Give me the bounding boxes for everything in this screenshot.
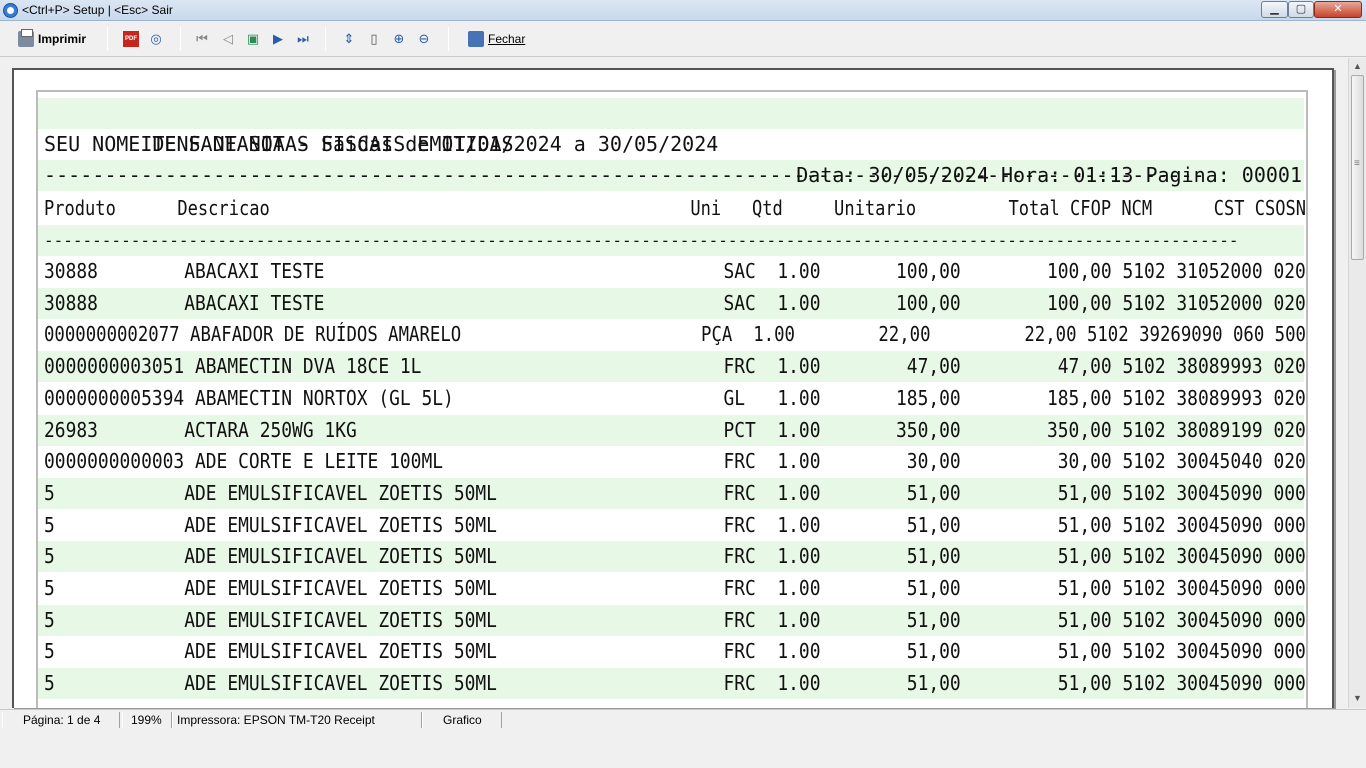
scroll-down-icon[interactable]: ▼ bbox=[1349, 690, 1366, 707]
toolbar-separator bbox=[107, 27, 108, 51]
zoom-in-icon[interactable]: ⊕ bbox=[390, 30, 408, 48]
status-zoom: 199% bbox=[122, 712, 172, 728]
toolbar-separator bbox=[180, 27, 181, 51]
report-subtitle: SEU NOME DE FANTASIA - Saidas de 01/01/2… bbox=[44, 132, 719, 156]
header-separator: ----------------------------------------… bbox=[44, 163, 1205, 187]
first-page-icon[interactable]: ⏮ bbox=[193, 30, 211, 48]
report-row: 26983 ACTARA 250WG 1KG PCT 1.00 350,00 3… bbox=[44, 417, 1306, 442]
report-title-line: ITENS DE NOTAS FISCAIS EMITIDAS Data: 30… bbox=[44, 98, 1306, 187]
whole-page-icon[interactable]: ▯ bbox=[365, 30, 383, 48]
vertical-scrollbar[interactable]: ▲ ▼ bbox=[1348, 58, 1366, 708]
close-button[interactable]: Fechar bbox=[468, 28, 525, 50]
report-row: 5 ADE EMULSIFICAVEL ZOETIS 50ML FRC 1.00… bbox=[44, 639, 1306, 664]
printer-icon bbox=[18, 29, 34, 47]
report-row: 5 ADE EMULSIFICAVEL ZOETIS 50ML FRC 1.00… bbox=[44, 607, 1306, 632]
scroll-up-icon[interactable]: ▲ bbox=[1349, 58, 1366, 75]
print-label: Imprimir bbox=[38, 32, 87, 46]
next-page-icon[interactable]: ▶ bbox=[269, 30, 287, 48]
status-page: Página: 1 de 4 bbox=[2, 712, 120, 728]
report-page: ITENS DE NOTAS FISCAIS EMITIDAS Data: 30… bbox=[12, 68, 1334, 708]
preview-area[interactable]: ITENS DE NOTAS FISCAIS EMITIDAS Data: 30… bbox=[0, 58, 1366, 708]
page-width-icon[interactable]: ⇕ bbox=[340, 30, 358, 48]
status-printer: Impressora: EPSON TM-T20 Receipt bbox=[172, 712, 422, 728]
app-icon bbox=[3, 3, 18, 18]
report-row: 0000000003051 ABAMECTIN DVA 18CE 1L FRC … bbox=[44, 354, 1306, 379]
pdf-icon: PDF bbox=[123, 31, 139, 47]
close-window-button[interactable]: ✕ bbox=[1314, 1, 1362, 18]
close-label: Fechar bbox=[488, 32, 526, 46]
window-title: <Ctrl+P> Setup | <Esc> Sair bbox=[22, 3, 173, 17]
report-row: 30888 ABACAXI TESTE SAC 1.00 100,00 100,… bbox=[44, 259, 1306, 283]
status-bar: Página: 1 de 4 199% Impressora: EPSON TM… bbox=[0, 709, 1366, 729]
scroll-thumb[interactable] bbox=[1351, 75, 1364, 260]
report-row: 0000000002077 ABAFADOR DE RUÍDOS AMARELO… bbox=[44, 322, 1306, 347]
print-button[interactable]: Imprimir bbox=[18, 28, 86, 50]
last-page-icon[interactable]: ⏭ bbox=[294, 30, 312, 48]
report-row: 5 ADE EMULSIFICAVEL ZOETIS 50ML FRC 1.00… bbox=[44, 480, 1306, 505]
status-mode: Grafico bbox=[422, 712, 502, 728]
maximize-button[interactable]: ▢ bbox=[1288, 1, 1314, 18]
report-row: 5 ADE EMULSIFICAVEL ZOETIS 50ML FRC 1.00… bbox=[44, 576, 1306, 600]
report-row: 0000000000003 ADE CORTE E LEITE 100ML FR… bbox=[44, 449, 1306, 474]
minimize-button[interactable]: ▁ bbox=[1261, 1, 1288, 18]
title-bar: <Ctrl+P> Setup | <Esc> Sair ▁ ▢ ✕ bbox=[0, 0, 1366, 21]
column-separator: ----------------------------------------… bbox=[44, 231, 1239, 250]
export-pdf-button[interactable]: PDF bbox=[123, 28, 143, 50]
toolbar: Imprimir PDF ◎ ⏮ ◁ ▣ ▶ ⏭ ⇕ ▯ ⊕ ⊖ Fechar bbox=[0, 21, 1366, 57]
zoom-out-icon[interactable]: ⊖ bbox=[415, 30, 433, 48]
binoculars-icon[interactable]: ◎ bbox=[147, 30, 165, 48]
window-bottom bbox=[0, 729, 1366, 768]
column-header: Produto Descricao Uni Qtd Unitario Total… bbox=[44, 196, 1307, 220]
prev-page-icon[interactable]: ◁ bbox=[219, 30, 237, 48]
report-row: 0000000005394 ABAMECTIN NORTOX (GL 5L) G… bbox=[44, 385, 1306, 410]
report-row: 5 ADE EMULSIFICAVEL ZOETIS 50ML FRC 1.00… bbox=[44, 544, 1306, 569]
report-frame: ITENS DE NOTAS FISCAIS EMITIDAS Data: 30… bbox=[36, 90, 1308, 708]
toolbar-separator bbox=[448, 27, 449, 51]
report-row: 5 ADE EMULSIFICAVEL ZOETIS 50ML FRC 1.00… bbox=[44, 512, 1306, 537]
toolbar-separator bbox=[325, 27, 326, 51]
report-row: 30888 ABACAXI TESTE SAC 1.00 100,00 100,… bbox=[44, 290, 1306, 315]
report-row: 5 ADE EMULSIFICAVEL ZOETIS 50ML FRC 1.00… bbox=[44, 671, 1306, 696]
exit-icon bbox=[468, 31, 484, 47]
goto-page-icon[interactable]: ▣ bbox=[244, 30, 262, 48]
